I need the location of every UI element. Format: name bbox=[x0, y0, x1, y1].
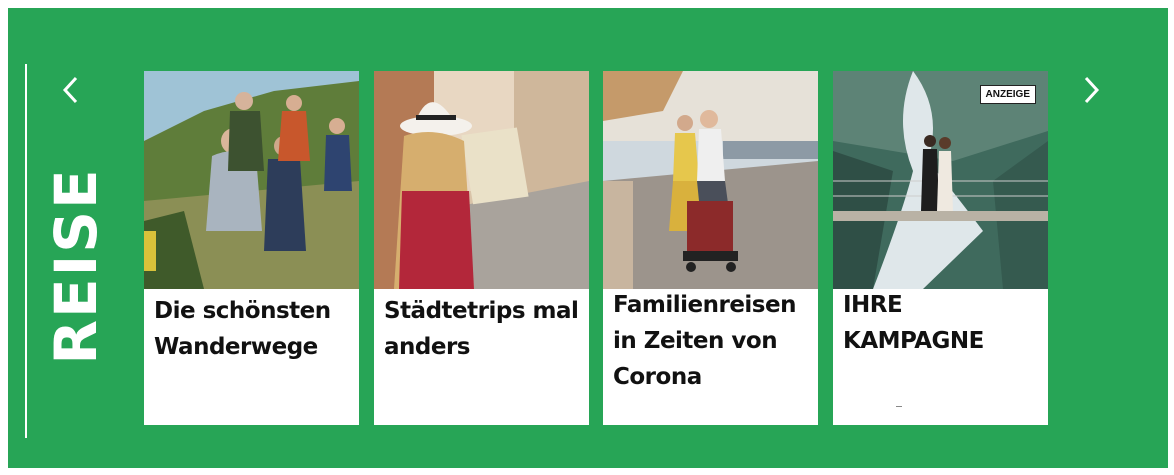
card-title: Städtetrips mal anders bbox=[384, 293, 584, 365]
carousel-prev-button[interactable] bbox=[56, 70, 86, 110]
chevron-right-icon bbox=[1084, 76, 1100, 104]
card-image-hikers bbox=[144, 71, 359, 289]
article-card-wanderwege[interactable]: Die schönsten Wanderwege bbox=[144, 71, 359, 425]
card-title-line: Städtetrips mal bbox=[384, 298, 579, 324]
card-title-line: Wanderwege bbox=[154, 334, 318, 360]
card-title-line: in Zeiten von bbox=[613, 328, 778, 354]
card-title: Familienreisen in Zeiten von Corona bbox=[613, 287, 813, 395]
ad-card-kampagne[interactable]: ANZEIGE IHRE KAMPAGNE bbox=[833, 71, 1048, 425]
card-title: Die schönsten Wanderwege bbox=[154, 293, 354, 365]
decorative-dash bbox=[896, 406, 902, 407]
card-title-line: anders bbox=[384, 334, 471, 360]
article-card-familienreisen[interactable]: Familienreisen in Zeiten von Corona bbox=[603, 71, 818, 425]
card-title-line: KAMPAGNE bbox=[843, 328, 984, 354]
carousel-next-button[interactable] bbox=[1076, 70, 1106, 110]
card-title-line: Familienreisen bbox=[613, 292, 796, 318]
card-image-airport bbox=[603, 71, 818, 289]
travel-teaser-panel: REISE Die schönsten Wanderwege Städtetri… bbox=[8, 8, 1168, 468]
chevron-left-icon bbox=[62, 76, 78, 104]
ad-badge: ANZEIGE bbox=[979, 85, 1036, 104]
card-title-line: IHRE bbox=[843, 292, 903, 318]
card-title-line: Die schönsten bbox=[154, 298, 331, 324]
card-image-city-map bbox=[374, 71, 589, 289]
section-title: REISE bbox=[42, 167, 110, 365]
card-title: IHRE KAMPAGNE bbox=[843, 287, 1043, 359]
article-card-staedtetrips[interactable]: Städtetrips mal anders bbox=[374, 71, 589, 425]
section-divider-line bbox=[25, 64, 27, 438]
card-title-line: Corona bbox=[613, 364, 702, 390]
